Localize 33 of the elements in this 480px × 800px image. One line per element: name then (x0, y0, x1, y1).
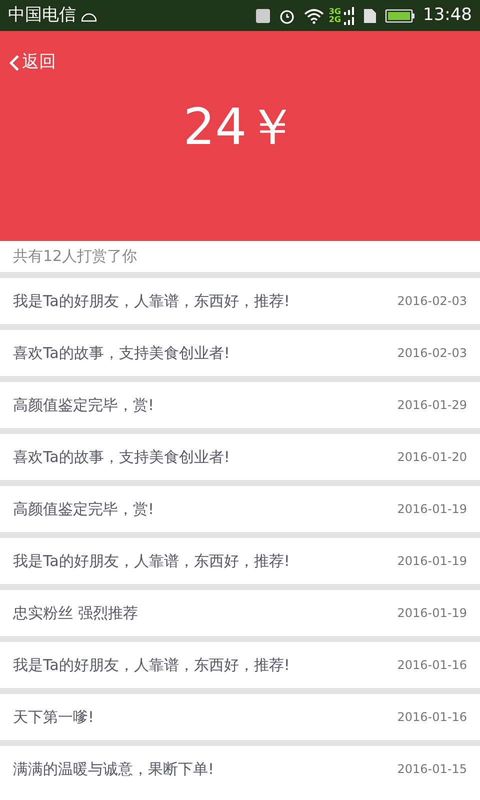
sim-card-icon (363, 8, 377, 24)
network-label: 3G (328, 8, 341, 16)
reward-message: 高颜值鉴定完毕，赏! (13, 498, 154, 520)
reward-date: 2016-01-19 (397, 605, 467, 622)
chevron-left-icon (8, 54, 20, 72)
reward-date: 2016-01-19 (397, 553, 467, 570)
reward-date: 2016-01-16 (397, 709, 467, 726)
reward-amount: 24￥ (183, 102, 297, 152)
network-label: 2G (328, 16, 341, 24)
reward-date: 2016-02-03 (397, 293, 467, 310)
battery-icon (385, 8, 415, 22)
reward-message: 忠实粉丝 强烈推荐 (13, 602, 138, 624)
signal-icon (343, 6, 355, 26)
back-button[interactable]: 返回 (8, 50, 56, 76)
reward-date: 2016-01-19 (397, 501, 467, 518)
reward-date: 2016-01-29 (397, 397, 467, 414)
reward-message: 高颜值鉴定完毕，赏! (13, 394, 154, 416)
reward-message: 天下第一嗲! (13, 706, 94, 728)
reward-message: 喜欢Ta的故事，支持美食创业者! (13, 342, 230, 364)
reward-date: 2016-01-15 (397, 761, 467, 778)
reward-date: 2016-02-03 (397, 345, 467, 362)
alarm-icon (278, 8, 295, 24)
reward-message: 喜欢Ta的故事，支持美食创业者! (13, 446, 230, 468)
reward-message: 我是Ta的好朋友，人靠谱，东西好，推荐! (13, 290, 290, 312)
wifi-icon (302, 8, 325, 24)
reward-message: 满满的温暖与诚意，果断下单! (13, 758, 214, 780)
reward-summary: 共有12人打赏了你 (13, 246, 138, 268)
reward-message: 我是Ta的好朋友，人靠谱，东西好，推荐! (13, 550, 290, 572)
reward-message: 我是Ta的好朋友，人靠谱，东西好，推荐! (13, 654, 290, 676)
reward-date: 2016-01-20 (397, 449, 467, 466)
carrier-name: 中国电信 (8, 4, 76, 27)
reward-date: 2016-01-16 (397, 657, 467, 674)
clock-time: 13:48 (423, 4, 472, 27)
